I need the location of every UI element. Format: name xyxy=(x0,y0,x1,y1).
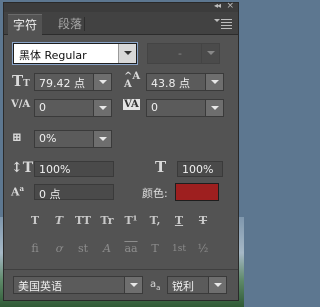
vertical-scale-value: 100% xyxy=(39,163,71,176)
leading-dropdown[interactable]: 43.8 点 xyxy=(146,73,224,91)
antialias-value: 锐利 xyxy=(172,280,194,293)
panel-menu-icon[interactable] xyxy=(214,19,232,31)
tracking-value: 0 xyxy=(151,101,158,114)
tsume-value: 0% xyxy=(39,132,57,145)
chevron-down-icon[interactable] xyxy=(205,100,223,116)
chevron-down-icon[interactable] xyxy=(205,74,223,90)
tracking-icon: VA xyxy=(123,99,140,110)
faux-italic-button[interactable]: T xyxy=(50,213,68,229)
antialias-dropdown[interactable]: 锐利 xyxy=(167,276,227,294)
swash-button[interactable]: A xyxy=(98,241,116,257)
tab-paragraph[interactable]: 段落 xyxy=(53,14,87,34)
panel-tabbar: 字符 段落 xyxy=(4,12,238,35)
ordinals-button[interactable]: 1st xyxy=(170,241,188,257)
tsume-dropdown[interactable]: 0% xyxy=(34,130,112,148)
faux-bold-button[interactable]: T xyxy=(26,213,44,229)
chevron-down-icon[interactable] xyxy=(93,100,111,116)
contextual-alternates-button[interactable]: ơ xyxy=(50,241,68,257)
color-label: 颜色: xyxy=(142,187,168,200)
fractions-button[interactable]: ½ xyxy=(194,241,212,257)
language-dropdown[interactable]: 美国英语 xyxy=(13,276,143,294)
stylistic-alternates-button[interactable]: aa xyxy=(122,241,140,257)
vertical-scale-icon: ↕T xyxy=(11,160,34,176)
font-style-value: - xyxy=(178,47,182,60)
baseline-shift-icon: Aa xyxy=(11,184,25,199)
horizontal-scale-icon: T xyxy=(155,158,167,176)
antialias-label: a xyxy=(156,284,161,292)
panel-titlebar: ◂◂ × xyxy=(4,1,238,12)
kerning-icon: V/A xyxy=(11,99,31,110)
underline-button[interactable]: T xyxy=(170,213,188,229)
character-panel: ◂◂ × 字符 段落 黑体 Regular - TT 79.42 点 ^A A 4… xyxy=(3,1,239,301)
collapse-icon[interactable]: ◂◂ xyxy=(214,1,221,10)
antialias-icon: aa xyxy=(150,279,161,292)
font-style-dropdown[interactable]: - xyxy=(147,43,220,64)
baseline-shift-field[interactable]: 0 点 xyxy=(34,184,114,201)
chevron-down-icon[interactable] xyxy=(93,74,111,90)
font-size-icon: TT xyxy=(12,72,30,90)
leading-icon: ^A A xyxy=(124,71,141,90)
tsume-icon: ⊞ xyxy=(12,130,23,144)
strikethrough-button[interactable]: T xyxy=(194,213,212,229)
small-caps-button[interactable]: Tr xyxy=(98,213,116,229)
superscript-button[interactable]: T¹ xyxy=(122,213,140,229)
discretionary-ligatures-button[interactable]: st xyxy=(74,241,92,257)
vertical-scale-field[interactable]: 100% xyxy=(34,161,114,177)
horizontal-scale-value: 100% xyxy=(182,163,214,176)
color-swatch[interactable] xyxy=(175,183,219,201)
tab-divider xyxy=(84,17,85,31)
leading-value: 43.8 点 xyxy=(151,77,190,90)
font-family-dropdown[interactable]: 黑体 Regular xyxy=(13,43,137,64)
language-value: 美国英语 xyxy=(18,280,62,293)
close-icon[interactable]: × xyxy=(226,1,234,11)
chevron-down-icon[interactable] xyxy=(93,131,111,147)
subscript-button[interactable]: T, xyxy=(146,213,164,229)
all-caps-button[interactable]: TT xyxy=(74,213,92,229)
chevron-down-icon[interactable] xyxy=(124,277,142,293)
standard-ligatures-button[interactable]: fi xyxy=(26,241,44,257)
chevron-down-icon[interactable] xyxy=(118,44,136,63)
horizontal-scale-field[interactable]: 100% xyxy=(177,161,223,177)
chevron-down-icon[interactable] xyxy=(201,44,219,63)
kerning-dropdown[interactable]: 0 xyxy=(34,99,112,117)
tab-character[interactable]: 字符 xyxy=(8,14,43,35)
baseline-shift-value: 0 点 xyxy=(39,188,61,201)
kerning-value: 0 xyxy=(39,101,46,114)
bottom-divider xyxy=(4,269,238,270)
tracking-dropdown[interactable]: 0 xyxy=(146,99,224,117)
font-size-value: 79.42 点 xyxy=(39,77,85,90)
font-size-dropdown[interactable]: 79.42 点 xyxy=(34,73,112,91)
titling-alternates-button[interactable]: T xyxy=(146,241,164,257)
font-family-value: 黑体 Regular xyxy=(19,49,87,62)
chevron-down-icon[interactable] xyxy=(208,277,226,293)
